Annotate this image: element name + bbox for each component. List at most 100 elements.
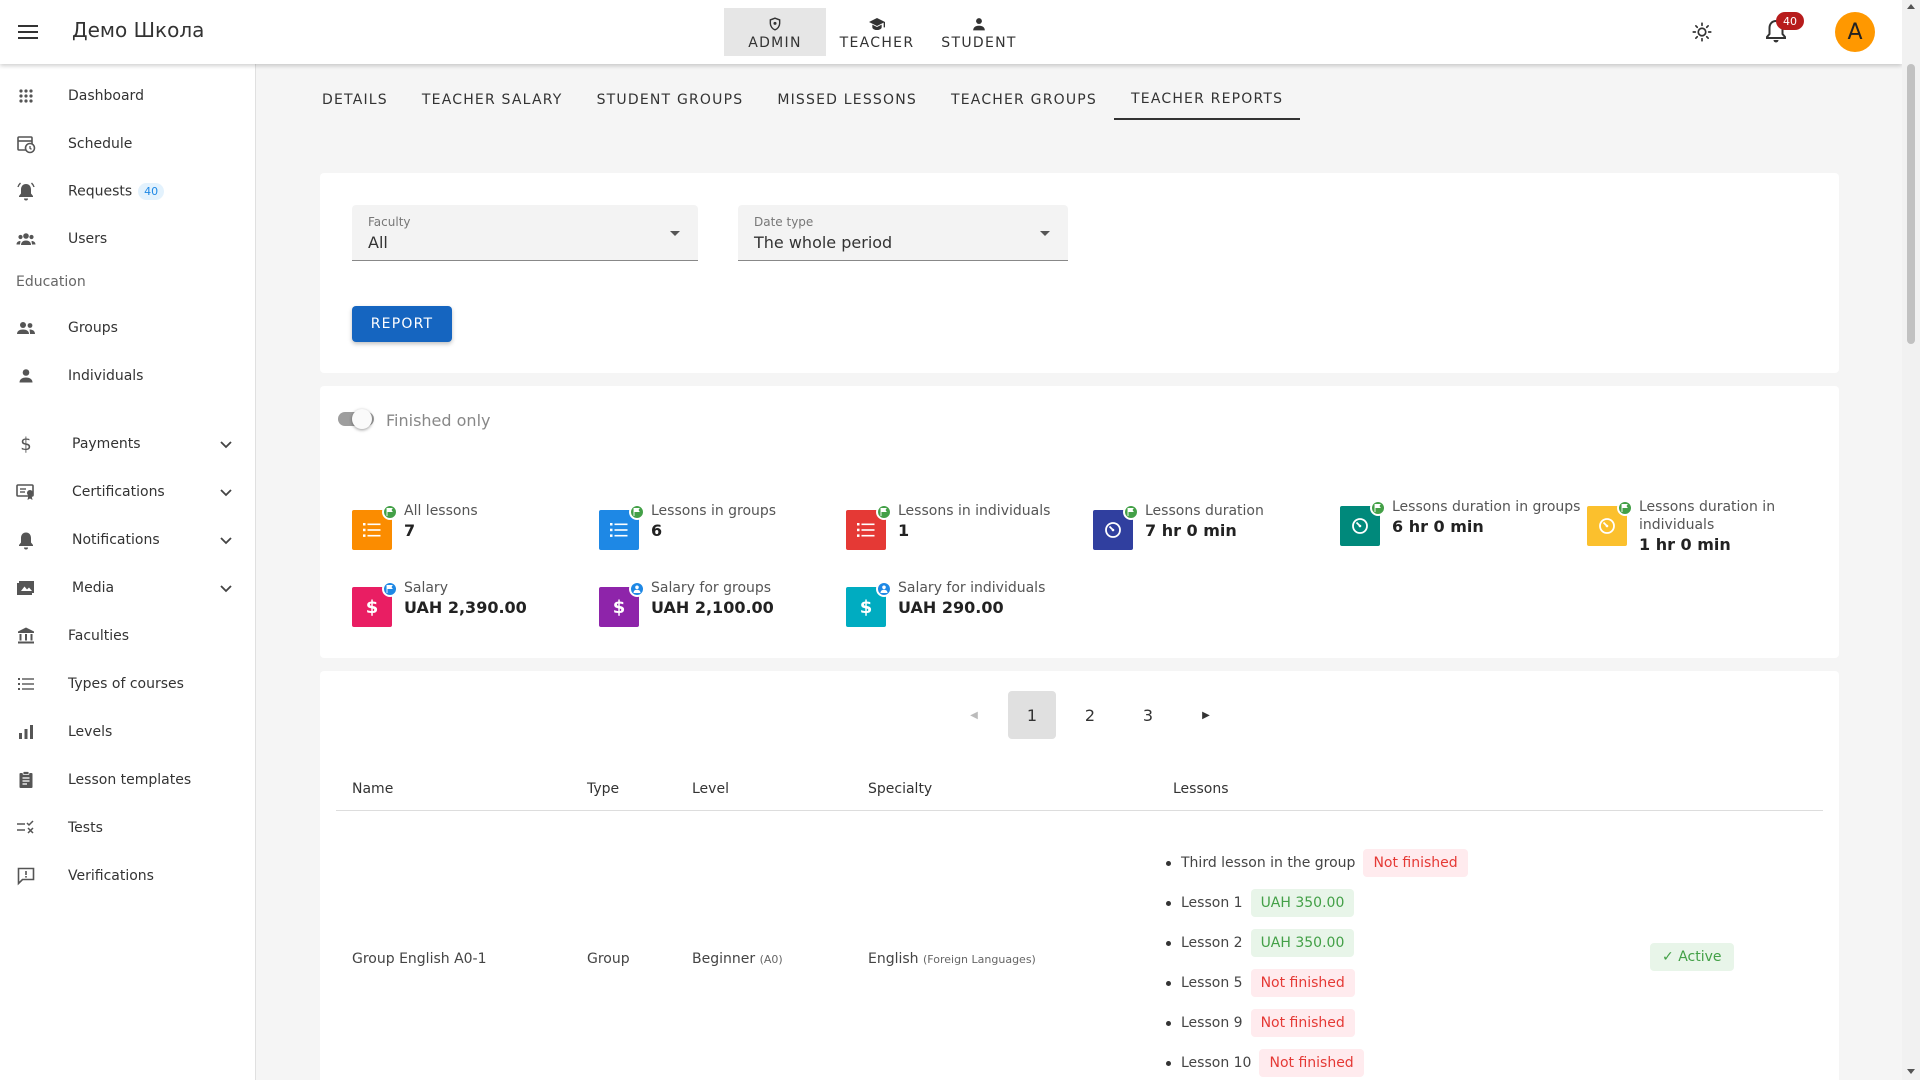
- page-3-button[interactable]: 3: [1124, 691, 1172, 739]
- notifications-badge: 40: [1776, 12, 1804, 30]
- graduation-cap-icon: [869, 18, 885, 30]
- sidebar-item-types-of-courses[interactable]: Types of courses: [0, 664, 256, 704]
- sidebar-item-verifications[interactable]: Verifications: [0, 856, 256, 896]
- column-header-lessons: Lessons: [1173, 781, 1229, 797]
- lesson-list-item: Lesson 5 Not finished: [1166, 963, 1468, 1003]
- lesson-salary-chip: UAH 350.00: [1250, 929, 1355, 957]
- flag-icon: [876, 504, 892, 520]
- faculty-select[interactable]: Faculty All: [352, 205, 698, 261]
- previous-page-icon[interactable]: ◀: [950, 691, 998, 739]
- chevron-down-icon[interactable]: [219, 581, 233, 595]
- stat-tile: Lessons duration in groups 6 hr 0 min: [1340, 498, 1580, 554]
- stat-text: Lessons duration in groups 6 hr 0 min: [1392, 498, 1582, 538]
- report-table-card: ◀ 1 2 3 ▶ Name Type Level Specialty Less…: [320, 671, 1839, 1080]
- sidebar-item-groups[interactable]: Groups: [0, 308, 256, 348]
- sidebar-item-payments[interactable]: $ Payments: [0, 424, 256, 464]
- sidebar-item-tests[interactable]: Tests: [0, 808, 256, 848]
- dashboard-grid-icon: [19, 89, 33, 103]
- sidebar-item-dashboard[interactable]: Dashboard: [0, 76, 256, 116]
- chevron-down-icon[interactable]: [219, 437, 233, 451]
- role-admin-button[interactable]: ADMIN: [724, 8, 826, 56]
- list-icon: [18, 678, 34, 690]
- stat-title: Salary: [404, 580, 448, 596]
- stat-value: 6: [651, 521, 663, 540]
- flag-icon: [1370, 500, 1386, 516]
- scroll-down-arrow-icon[interactable]: [1907, 1069, 1915, 1074]
- stat-value: 7 hr 0 min: [1145, 521, 1237, 540]
- lesson-list-item: Lesson 9 Not finished: [1166, 1003, 1468, 1043]
- stat-text: Lessons in groups 6: [651, 502, 841, 542]
- stat-text: Lessons duration 7 hr 0 min: [1145, 502, 1335, 542]
- role-label: TEACHER: [839, 35, 915, 51]
- report-button[interactable]: REPORT: [352, 306, 452, 342]
- role-teacher-button[interactable]: TEACHER: [826, 8, 928, 56]
- sidebar-item-levels[interactable]: Levels: [0, 712, 256, 752]
- bell-icon: [19, 532, 33, 550]
- group-icon: [17, 322, 35, 334]
- finished-only-toggle[interactable]: [338, 409, 374, 429]
- dropdown-caret-icon: [670, 231, 680, 236]
- page-scrollbar[interactable]: [1902, 0, 1920, 1080]
- stats-card: Finished only All lessons 7 Lessons in gro…: [320, 386, 1839, 658]
- sidebar-item-notifications[interactable]: Notifications: [0, 520, 256, 560]
- sidebar-item-faculties[interactable]: Faculties: [0, 616, 256, 656]
- checklist-icon: [17, 820, 34, 834]
- sidebar-item-lesson-templates[interactable]: Lesson templates: [0, 760, 256, 800]
- sidebar-item-requests[interactable]: Requests 40: [0, 171, 256, 211]
- scrollbar-thumb[interactable]: [1907, 64, 1915, 344]
- person-icon: [973, 18, 985, 31]
- scroll-up-arrow-icon[interactable]: [1907, 4, 1915, 9]
- chevron-down-icon[interactable]: [219, 533, 233, 547]
- tab-student-groups[interactable]: STUDENT GROUPS: [580, 80, 761, 120]
- row-level: Beginner (A0): [692, 951, 783, 967]
- sidebar-item-users[interactable]: Users: [0, 219, 256, 259]
- users-icon: [16, 233, 36, 245]
- person-icon: [876, 581, 892, 597]
- date-type-select[interactable]: Date type The whole period: [738, 205, 1068, 261]
- status-badge-text: Active: [1678, 949, 1722, 965]
- sidebar-item-schedule[interactable]: Schedule: [0, 124, 256, 164]
- pagination: ◀ 1 2 3 ▶: [950, 691, 1240, 739]
- flag-icon: [1123, 504, 1139, 520]
- stat-tile: Lessons in groups 6: [599, 502, 839, 558]
- stat-value: 1: [898, 521, 910, 540]
- theme-toggle-sun-icon[interactable]: [1692, 22, 1712, 42]
- faculty-select-value: All: [368, 233, 388, 252]
- sidebar-item-certifications[interactable]: Certifications: [0, 472, 256, 512]
- stat-tile: Lessons duration 7 hr 0 min: [1093, 502, 1333, 558]
- page-2-button[interactable]: 2: [1066, 691, 1114, 739]
- toggle-knob[interactable]: [352, 409, 372, 429]
- sidebar-item-label: Requests 40: [68, 182, 165, 200]
- stat-tile: All lessons 7: [352, 502, 592, 558]
- sidebar-item-label: Lesson templates: [68, 772, 192, 788]
- date-type-select-value: The whole period: [754, 233, 893, 252]
- person-icon: [629, 581, 645, 597]
- stat-text: All lessons 7: [404, 502, 594, 542]
- sidebar-item-label: Tests: [68, 820, 103, 836]
- person-icon: [19, 369, 33, 383]
- lesson-name: Lesson 10: [1181, 1055, 1252, 1071]
- hamburger-menu-icon[interactable]: [16, 20, 40, 44]
- tab-teacher-reports[interactable]: TEACHER REPORTS: [1114, 80, 1301, 120]
- tab-teacher-groups[interactable]: TEACHER GROUPS: [934, 80, 1114, 120]
- faculty-select-label: Faculty: [368, 215, 411, 229]
- stat-text: Salary for groups UAH 2,100.00: [651, 579, 841, 619]
- row-level-code: (A0): [759, 953, 783, 966]
- sidebar-item-individuals[interactable]: Individuals: [0, 356, 256, 396]
- chevron-down-icon[interactable]: [219, 485, 233, 499]
- tab-details[interactable]: DETAILS: [305, 80, 405, 120]
- page-1-button[interactable]: 1: [1008, 691, 1056, 739]
- stat-title: All lessons: [404, 503, 478, 519]
- role-student-button[interactable]: STUDENT: [928, 8, 1030, 56]
- tab-missed-lessons[interactable]: MISSED LESSONS: [760, 80, 934, 120]
- stat-text: Lessons in individuals 1: [898, 502, 1088, 542]
- user-avatar[interactable]: A: [1835, 12, 1875, 52]
- sidebar-item-label: Dashboard: [68, 88, 144, 104]
- lesson-list-item: Lesson 1 UAH 350.00: [1166, 883, 1468, 923]
- sidebar-item-media[interactable]: Media: [0, 568, 256, 608]
- next-page-icon[interactable]: ▶: [1182, 691, 1230, 739]
- tab-teacher-salary[interactable]: TEACHER SALARY: [405, 80, 580, 120]
- lesson-list-item: Third lesson in the group Not finished: [1166, 843, 1468, 883]
- calendar-clock-icon: [17, 136, 36, 154]
- image-icon: [17, 581, 34, 595]
